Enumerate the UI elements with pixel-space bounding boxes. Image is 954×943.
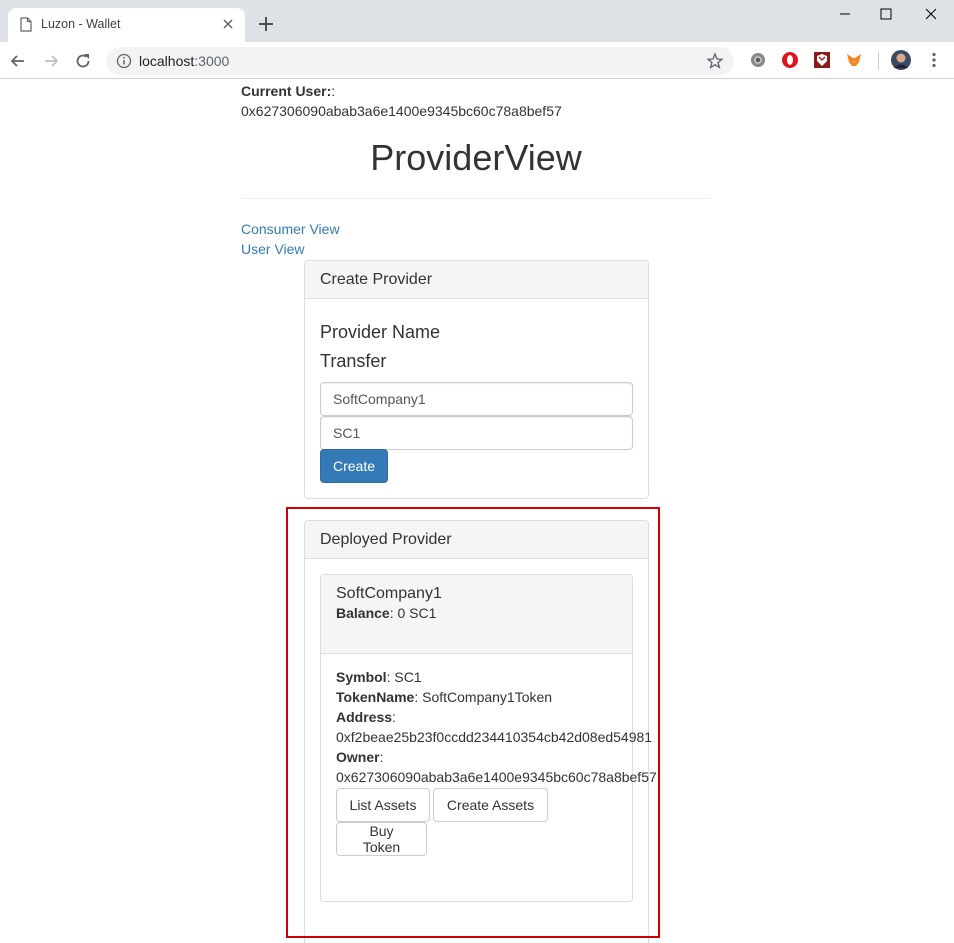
transfer-label: Transfer (320, 351, 387, 371)
minimize-icon[interactable] (830, 4, 860, 26)
create-provider-panel: Create Provider Provider Name Transfer C… (304, 260, 649, 499)
create-assets-button[interactable]: Create Assets (433, 788, 548, 822)
close-window-icon[interactable] (916, 4, 946, 26)
close-tab-icon[interactable] (220, 16, 236, 32)
address-bar[interactable]: localhost:3000 (106, 47, 734, 75)
provider-name-label: Provider Name (320, 322, 441, 342)
info-icon[interactable] (116, 53, 132, 69)
title-divider (241, 198, 711, 199)
forward-arrow-icon[interactable] (41, 51, 61, 71)
reload-icon[interactable] (73, 51, 93, 71)
menu-dots-icon[interactable] (925, 51, 943, 69)
address-value: 0xf2beae25b23f0ccdd234410354cb42d08ed549… (336, 729, 653, 745)
deployed-provider-panel: Deployed Provider SoftCompany1 Balance: … (304, 520, 657, 943)
browser-tabstrip: Luzon - Wallet (0, 0, 954, 42)
back-arrow-icon[interactable] (8, 51, 28, 71)
token-name: TokenName: SoftCompany1Token (336, 689, 553, 705)
document-icon (20, 17, 32, 32)
browser-tab[interactable]: Luzon - Wallet (8, 8, 245, 42)
balance: Balance: 0 SC1 (336, 605, 437, 621)
url-text: localhost:3000 (139, 53, 230, 69)
provider-name-input[interactable] (320, 382, 633, 416)
provider-card: SoftCompany1 Balance: 0 SC1 Symbol: SC1 … (320, 574, 657, 902)
deployed-provider-heading: Deployed Provider (305, 521, 648, 559)
new-tab-icon[interactable] (257, 15, 275, 33)
owner-value: 0x627306090abab3a6e1400e9345bc60c78a8bef… (336, 769, 657, 785)
owner-label: Owner: (336, 749, 384, 765)
provider-card-heading: SoftCompany1 Balance: 0 SC1 (321, 575, 632, 654)
toolbar-divider (878, 52, 879, 70)
gear-extension-icon[interactable] (749, 51, 767, 69)
metamask-fox-icon[interactable] (845, 51, 863, 69)
current-user-label: Current User: (241, 83, 332, 99)
browser-toolbar: localhost:3000 (0, 42, 954, 79)
current-user-address: 0x627306090abab3a6e1400e9345bc60c78a8bef… (241, 103, 562, 119)
tab-title: Luzon - Wallet (41, 17, 121, 31)
provider-card-body: Symbol: SC1 TokenName: SoftCompany1Token… (336, 667, 657, 787)
maximize-icon[interactable] (871, 4, 901, 26)
address-label: Address: (336, 709, 396, 725)
create-provider-heading: Create Provider (305, 261, 648, 299)
consumer-view-link[interactable]: Consumer View (241, 219, 340, 239)
opera-extension-icon[interactable] (781, 51, 799, 69)
shield-extension-icon[interactable] (813, 51, 831, 69)
buy-token-button[interactable]: Buy Token (336, 822, 427, 856)
create-button[interactable]: Create (320, 449, 388, 483)
page-title: ProviderView (370, 137, 582, 178)
avatar[interactable] (891, 50, 911, 70)
provider-name: SoftCompany1 (336, 585, 442, 602)
bookmark-star-icon[interactable] (706, 52, 724, 70)
user-view-link[interactable]: User View (241, 239, 305, 259)
transfer-input[interactable] (320, 416, 633, 450)
list-assets-button[interactable]: List Assets (336, 788, 430, 822)
symbol: Symbol: SC1 (336, 669, 422, 685)
current-user: Current User:: 0x627306090abab3a6e1400e9… (241, 83, 562, 119)
